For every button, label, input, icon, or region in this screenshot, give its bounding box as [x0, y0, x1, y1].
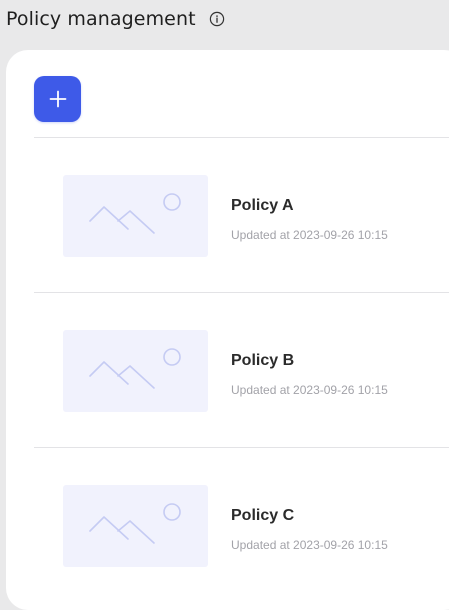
image-placeholder-icon	[88, 193, 181, 234]
policy-thumbnail	[63, 330, 208, 412]
header: Policy management	[6, 6, 226, 32]
policy-thumbnail	[63, 175, 208, 257]
policy-name: Policy A	[231, 197, 294, 214]
policy-name: Policy C	[231, 507, 295, 524]
policy-updated-time: Updated at 2023-09-26 10:15	[231, 228, 388, 242]
policy-name: Policy B	[231, 352, 295, 369]
policy-panel: Policy A Updated at 2023-09-26 10:15 Pol…	[6, 50, 449, 610]
policy-list-item[interactable]: Policy C Updated at 2023-09-26 10:15	[34, 448, 449, 602]
page-title: Policy management	[6, 8, 196, 30]
plus-icon	[49, 90, 66, 108]
info-icon[interactable]	[208, 10, 226, 28]
policy-thumbnail	[63, 485, 208, 567]
policy-updated-time: Updated at 2023-09-26 10:15	[231, 383, 388, 397]
image-placeholder-icon	[88, 503, 181, 544]
policy-updated-time: Updated at 2023-09-26 10:15	[231, 538, 388, 552]
policy-list-item[interactable]: Policy B Updated at 2023-09-26 10:15	[34, 293, 449, 447]
image-placeholder-icon	[88, 348, 181, 389]
add-policy-button[interactable]	[34, 76, 81, 122]
policy-list-item[interactable]: Policy A Updated at 2023-09-26 10:15	[34, 138, 449, 292]
